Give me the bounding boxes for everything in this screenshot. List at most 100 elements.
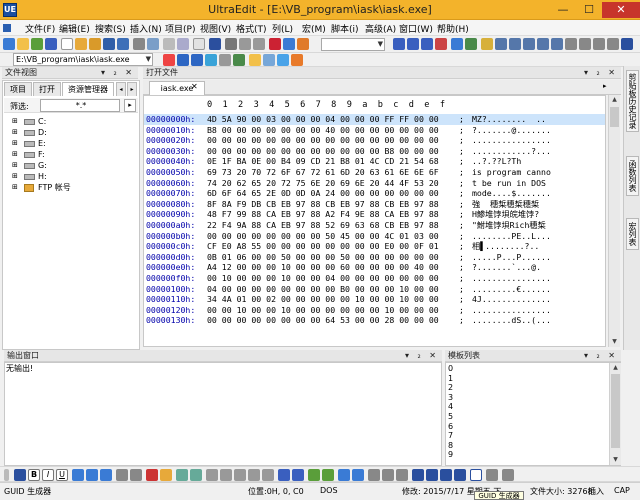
link-insert-icon[interactable] <box>322 469 334 481</box>
filter-input[interactable]: *.* <box>40 99 120 112</box>
panel-pin-icon[interactable]: ▾ ₂ ✕ <box>584 67 618 79</box>
link-icon[interactable] <box>205 54 217 66</box>
copy-icon[interactable] <box>177 38 189 50</box>
tree-item-ftp[interactable]: ⊞ FTP 帐号 <box>2 182 138 193</box>
menu-script[interactable]: 脚本(i) <box>331 22 359 35</box>
template-item[interactable]: 9 <box>448 450 453 459</box>
hex-row[interactable]: 000000e0h: A4 12 00 00 00 10 00 00 00 60 … <box>144 262 605 273</box>
print-preview-icon[interactable] <box>147 38 159 50</box>
hex-row[interactable]: 00000050h: 69 73 20 70 72 6F 67 72 61 6D … <box>144 167 605 178</box>
underline-icon[interactable]: U <box>56 469 68 481</box>
tree-item-c[interactable]: ⊞ C: <box>2 116 138 127</box>
menu-format[interactable]: 格式(T) <box>236 22 267 35</box>
hex-row[interactable]: 000000a0h: 22 F4 9A 88 CA EB 97 88 52 69 … <box>144 220 605 231</box>
list-icon[interactable] <box>116 469 128 481</box>
tile-vertical-icon[interactable] <box>537 38 549 50</box>
preview-icon[interactable] <box>368 469 380 481</box>
align-right-icon[interactable] <box>100 469 112 481</box>
align-left-icon[interactable] <box>72 469 84 481</box>
print-icon[interactable] <box>133 38 145 50</box>
indent-icon[interactable] <box>239 38 251 50</box>
hex-row[interactable]: 00000000h: 4D 5A 90 00 03 00 00 00 04 00 … <box>144 114 605 125</box>
tab-scroll-right-icon[interactable]: ▸ <box>603 82 607 90</box>
expand-icon[interactable]: ⊞ <box>12 160 18 171</box>
path-combo[interactable]: E:\VB_program\iask\iask.exe ▼ <box>13 53 153 66</box>
table-icon[interactable] <box>176 469 188 481</box>
tools-icon[interactable] <box>579 38 591 50</box>
maximize-button[interactable]: ☐ <box>576 2 602 18</box>
hex-row[interactable]: 00000010h: B8 00 00 00 00 00 00 00 40 00 … <box>144 125 605 136</box>
check-icon[interactable] <box>277 54 289 66</box>
tab-clipboard-history[interactable]: 剪贴板历史记录 <box>626 70 639 132</box>
note-icon[interactable] <box>249 54 261 66</box>
google-icon[interactable] <box>163 54 175 66</box>
highlight-icon[interactable] <box>160 469 172 481</box>
hex-row[interactable]: 00000120h: 00 00 10 00 00 10 00 00 00 00 … <box>144 305 605 316</box>
hex-row[interactable]: 000000c0h: CF E0 A8 55 00 00 00 00 00 00 … <box>144 241 605 252</box>
open-folder-icon[interactable] <box>89 38 101 50</box>
insert-row-icon[interactable] <box>190 469 202 481</box>
hex-row[interactable]: 00000130h: 00 00 00 00 00 00 00 00 64 53 … <box>144 315 605 326</box>
options-icon[interactable] <box>486 469 498 481</box>
ftp-icon[interactable] <box>233 54 245 66</box>
scroll-up-icon[interactable]: ▲ <box>609 95 620 105</box>
expand-icon[interactable]: ⊞ <box>12 116 18 127</box>
scroll-down-icon[interactable]: ▼ <box>610 455 621 465</box>
hex-row[interactable]: 00000030h: 00 00 00 00 00 00 00 00 00 00 … <box>144 146 605 157</box>
hex-row[interactable]: 00000100h: 04 00 00 00 00 00 00 00 00 B0 … <box>144 284 605 295</box>
save-icon[interactable] <box>103 38 115 50</box>
tab-close-icon[interactable]: ✕ <box>191 82 198 91</box>
expand-icon[interactable]: ⊞ <box>12 149 18 160</box>
window-list-icon[interactable] <box>551 38 563 50</box>
help-icon[interactable] <box>621 38 633 50</box>
compare-icon[interactable] <box>481 38 493 50</box>
status-line-ending[interactable]: DOS <box>320 486 338 495</box>
layout-icon[interactable] <box>593 38 605 50</box>
tab-open[interactable]: 打开 <box>33 82 61 96</box>
hex-row[interactable]: 000000f0h: 00 10 00 00 00 10 00 00 04 00 … <box>144 273 605 284</box>
tree-item-f[interactable]: ⊞ F: <box>2 149 138 160</box>
template-list[interactable]: 0123456789 <box>445 362 621 466</box>
scroll-down-icon[interactable]: ▼ <box>609 337 620 347</box>
guid-generator-icon[interactable] <box>470 469 482 481</box>
wikipedia-icon[interactable] <box>191 54 203 66</box>
hex-mode-icon[interactable] <box>209 38 221 50</box>
find-next-icon[interactable] <box>407 38 419 50</box>
paste-icon[interactable] <box>193 38 205 50</box>
save-all-icon[interactable] <box>117 38 129 50</box>
web-icon[interactable] <box>177 54 189 66</box>
hex-row[interactable]: 00000060h: 74 20 62 65 20 72 75 6E 20 69 … <box>144 178 605 189</box>
radio-icon[interactable] <box>262 469 274 481</box>
menu-column[interactable]: 列(L) <box>272 22 293 35</box>
comment-icon[interactable] <box>352 469 364 481</box>
find-prev-icon[interactable] <box>421 38 433 50</box>
tab-explorer[interactable]: 资源管理器 <box>62 82 114 96</box>
menu-edit[interactable]: 编辑(E) <box>59 22 90 35</box>
numbered-list-icon[interactable] <box>130 469 142 481</box>
find-in-files-icon[interactable] <box>435 38 447 50</box>
checkbox-icon[interactable] <box>248 469 260 481</box>
back-icon[interactable] <box>45 38 57 50</box>
template-item[interactable]: 6 <box>448 422 453 431</box>
menu-insert[interactable]: 插入(N) <box>130 22 162 35</box>
tab-project[interactable]: 项目 <box>4 82 32 96</box>
cut-icon[interactable] <box>163 38 175 50</box>
tree-item-d[interactable]: ⊞ D: <box>2 127 138 138</box>
hex-editor[interactable]: 0 1 2 3 4 5 6 7 8 9 a b c d e f 00000000… <box>143 95 606 347</box>
output-window[interactable]: 无输出! <box>4 362 442 466</box>
input-icon[interactable] <box>220 469 232 481</box>
align-center-icon[interactable] <box>86 469 98 481</box>
validate-icon[interactable] <box>396 469 408 481</box>
hex-scrollbar[interactable]: ▲ ▼ <box>608 95 620 347</box>
textarea-icon[interactable] <box>234 469 246 481</box>
menu-view[interactable]: 视图(V) <box>200 22 231 35</box>
hex-row[interactable]: 00000020h: 00 00 00 00 00 00 00 00 00 00 … <box>144 135 605 146</box>
cascade-icon[interactable] <box>509 38 521 50</box>
form-icon[interactable] <box>206 469 218 481</box>
expand-icon[interactable]: ⊞ <box>12 171 18 182</box>
template-item[interactable]: 0 <box>448 364 453 373</box>
toggle-word-wrap-icon[interactable] <box>225 38 237 50</box>
status-insert-mode[interactable]: 插入 <box>588 486 604 497</box>
blank-page-icon[interactable] <box>61 38 73 50</box>
tree-item-e[interactable]: ⊞ E: <box>2 138 138 149</box>
